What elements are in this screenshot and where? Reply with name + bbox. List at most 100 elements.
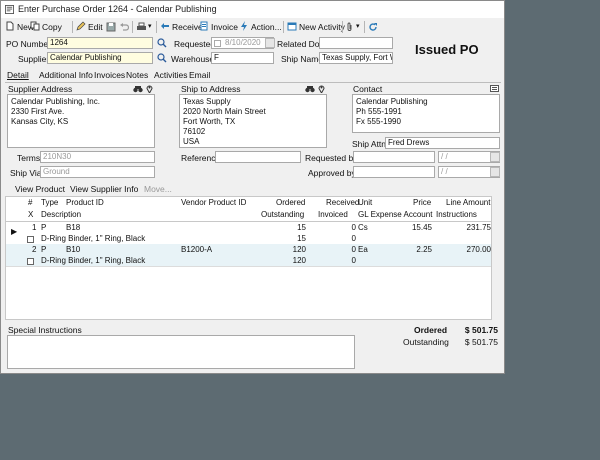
tab-email[interactable]: Email bbox=[187, 69, 212, 81]
ship-via-field[interactable]: Ground bbox=[40, 166, 155, 178]
print-icon[interactable] bbox=[136, 22, 147, 32]
row-product-id[interactable]: B10 bbox=[66, 245, 80, 255]
row-price[interactable]: 2.25 bbox=[402, 245, 432, 255]
col-x: X bbox=[28, 210, 34, 219]
special-instructions-box[interactable] bbox=[7, 335, 355, 369]
row-number: 2 bbox=[32, 245, 37, 254]
po-number-field[interactable]: 1264 bbox=[47, 37, 153, 49]
binoculars-icon[interactable] bbox=[133, 85, 143, 93]
row-vendor-product-id[interactable]: B1200-A bbox=[181, 245, 212, 255]
row-price[interactable]: 15.45 bbox=[402, 223, 432, 233]
binoculars-icon[interactable] bbox=[305, 85, 315, 93]
row-unit[interactable]: Ea bbox=[358, 245, 368, 255]
row-delete-checkbox[interactable] bbox=[27, 236, 34, 243]
move-tab[interactable]: Move... bbox=[144, 183, 172, 195]
row-description[interactable]: D-Ring Binder, 1" Ring, Black bbox=[41, 256, 145, 266]
approved-by-date-dropdown[interactable] bbox=[490, 167, 500, 177]
table-row[interactable]: 2 P B10 B1200-A 120 0 Ea 2.25 270.00 D-R… bbox=[6, 244, 491, 267]
tab-detail[interactable]: Detail bbox=[5, 69, 31, 81]
row-type: P bbox=[41, 245, 47, 254]
col-gl-expense-account: GL Expense Account bbox=[358, 210, 433, 219]
table-row[interactable]: ▶ 1 P B18 15 0 Cs 15.45 231.75 D-Ring Bi… bbox=[6, 222, 491, 245]
tab-additional-info[interactable]: Additional Info bbox=[37, 69, 95, 81]
contact-card-icon[interactable] bbox=[490, 85, 499, 92]
requested-date-dropdown[interactable] bbox=[265, 38, 275, 48]
row-received: 0 bbox=[351, 245, 356, 254]
ship-name-field[interactable]: Texas Supply, Fort Wc bbox=[319, 52, 393, 64]
row-ordered[interactable]: 120 bbox=[286, 245, 306, 255]
toolbar-separator bbox=[72, 21, 73, 33]
contact-label: Contact bbox=[353, 84, 383, 94]
save-icon[interactable] bbox=[106, 22, 116, 32]
contact-box[interactable]: Calendar Publishing Ph 555-1991 Fx 555-1… bbox=[352, 94, 500, 133]
lightning-icon bbox=[241, 21, 247, 31]
approved-by-field[interactable] bbox=[353, 166, 435, 178]
map-pin-icon[interactable] bbox=[318, 84, 325, 93]
receive-icon bbox=[161, 23, 169, 29]
row-received: 0 bbox=[351, 223, 356, 232]
terms-field[interactable]: 210N30 bbox=[40, 151, 155, 163]
grid-header: # Type Product ID Vendor Product ID Orde… bbox=[6, 197, 491, 222]
edit-button[interactable]: Edit bbox=[76, 20, 103, 34]
receive-button[interactable]: Receive bbox=[160, 20, 203, 34]
window-title: Enter Purchase Order 1264 - Calendar Pub… bbox=[18, 4, 217, 14]
purchase-order-window: Enter Purchase Order 1264 - Calendar Pub… bbox=[0, 0, 505, 374]
row-outstanding: 120 bbox=[292, 256, 306, 265]
related-doc-field[interactable] bbox=[319, 37, 393, 49]
toolbar-separator bbox=[342, 21, 343, 33]
undo-icon[interactable] bbox=[119, 22, 129, 32]
toolbar: New Copy Edit ▾ Receive Invoice Action..… bbox=[3, 19, 503, 35]
col-unit: Unit bbox=[358, 198, 373, 207]
supplier-label: Supplier bbox=[18, 54, 50, 64]
ship-attn-field[interactable]: Fred Drews bbox=[385, 137, 500, 149]
col-instructions: Instructions bbox=[436, 210, 477, 219]
row-number: 1 bbox=[32, 223, 37, 232]
tab-activities[interactable]: Activities bbox=[152, 69, 190, 81]
warehouse-field[interactable]: F bbox=[211, 52, 274, 64]
col-price: Price bbox=[413, 198, 432, 207]
row-unit[interactable]: Cs bbox=[358, 223, 368, 233]
row-invoiced: 0 bbox=[351, 256, 356, 265]
po-status-title: Issued PO bbox=[415, 42, 479, 57]
copy-icon bbox=[30, 21, 40, 31]
tab-invoices[interactable]: Invoices bbox=[92, 69, 127, 81]
invoice-button[interactable]: Invoice bbox=[199, 20, 238, 34]
ship-to-address-box[interactable]: Texas Supply 2020 North Main Street Fort… bbox=[179, 94, 327, 148]
row-type: P bbox=[41, 223, 47, 232]
supplier-search-icon[interactable] bbox=[157, 53, 167, 63]
row-line-amount: 270.00 bbox=[466, 245, 491, 254]
requested-by-date-dropdown[interactable] bbox=[490, 152, 500, 162]
print-dropdown-icon[interactable]: ▾ bbox=[148, 20, 152, 34]
paperclip-icon[interactable] bbox=[346, 22, 354, 32]
app-icon bbox=[5, 5, 14, 14]
requested-checkbox[interactable] bbox=[214, 40, 221, 47]
requested-label: Requested bbox=[174, 39, 216, 49]
po-search-icon[interactable] bbox=[157, 38, 167, 48]
action-button[interactable]: Action... bbox=[239, 20, 282, 34]
row-product-id[interactable]: B18 bbox=[66, 223, 80, 233]
row-delete-checkbox[interactable] bbox=[27, 258, 34, 265]
row-ordered[interactable]: 15 bbox=[291, 223, 306, 233]
view-product-tab[interactable]: View Product bbox=[15, 183, 65, 195]
attachment-dropdown-icon[interactable]: ▾ bbox=[356, 20, 360, 34]
supplier-address-label: Supplier Address bbox=[8, 84, 73, 94]
ordered-total-value: $ 501.75 bbox=[464, 325, 498, 335]
reference-field[interactable] bbox=[215, 151, 301, 163]
invoice-icon bbox=[200, 21, 208, 31]
refresh-icon[interactable] bbox=[368, 22, 378, 32]
tab-notes[interactable]: Notes bbox=[124, 69, 150, 81]
view-supplier-info-tab[interactable]: View Supplier Info bbox=[70, 183, 138, 195]
map-pin-icon[interactable] bbox=[146, 84, 153, 93]
new-document-icon bbox=[6, 21, 14, 31]
col-product-id: Product ID bbox=[66, 198, 104, 207]
row-outstanding: 15 bbox=[297, 234, 306, 243]
row-selector-arrow-icon: ▶ bbox=[11, 227, 18, 236]
new-activity-button[interactable]: New Activity bbox=[287, 20, 345, 34]
supplier-field[interactable]: Calendar Publishing bbox=[47, 52, 153, 64]
row-line-amount: 231.75 bbox=[466, 223, 491, 232]
row-description[interactable]: D-Ring Binder, 1" Ring, Black bbox=[41, 234, 145, 244]
outstanding-total-value: $ 501.75 bbox=[464, 337, 498, 347]
requested-by-field[interactable] bbox=[353, 151, 435, 163]
supplier-address-box[interactable]: Calendar Publishing, Inc. 2330 First Ave… bbox=[7, 94, 155, 148]
copy-button[interactable]: Copy bbox=[30, 20, 62, 34]
